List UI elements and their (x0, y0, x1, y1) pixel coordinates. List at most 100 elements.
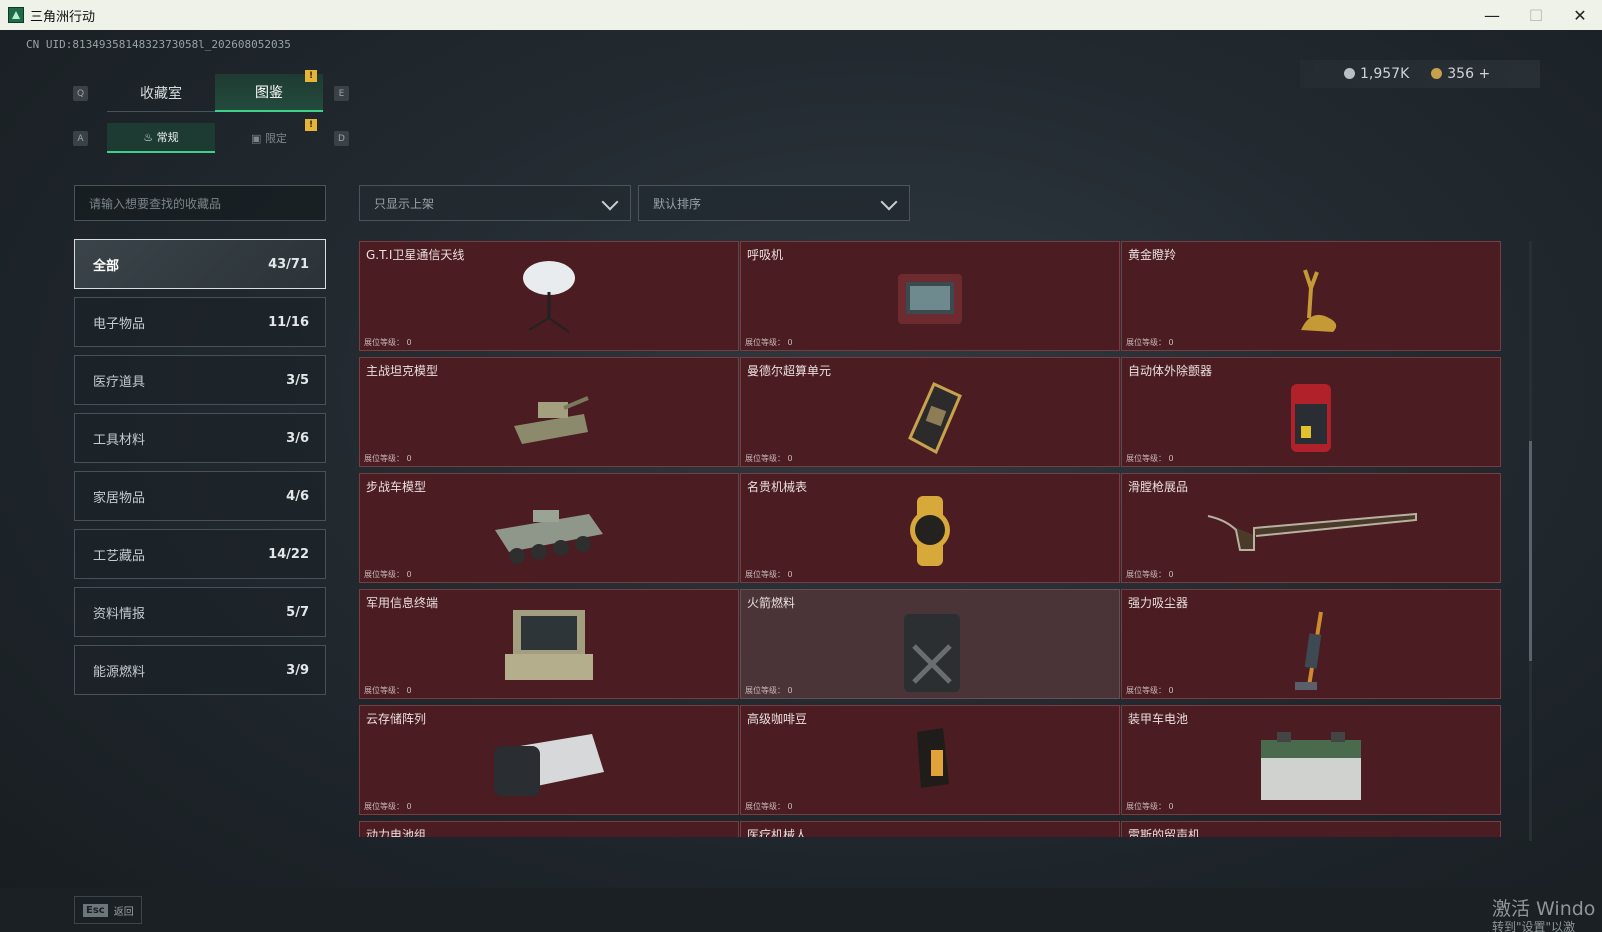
category-item[interactable]: 资料情报 5/7 (74, 587, 326, 637)
category-count: 3/9 (286, 662, 309, 678)
level-label: 展位等级： (364, 338, 404, 347)
level-label: 展位等级： (364, 570, 404, 579)
item-name: 滑膛枪展品 (1128, 480, 1189, 494)
level-value: 0 (787, 454, 793, 463)
item-name: 名贵机械表 (747, 480, 808, 494)
activation-watermark-hint: 转到"设置"以激 (1492, 920, 1576, 932)
display-level: 展位等级： 0 (1126, 569, 1174, 580)
collection-card[interactable]: 名贵机械表 展位等级： 0 (740, 473, 1120, 583)
gold-coin-icon (1431, 68, 1443, 79)
vacuum-cleaner-icon (1281, 606, 1341, 700)
level-value: 0 (787, 686, 793, 695)
item-name: 高级咖啡豆 (747, 712, 808, 726)
activation-watermark: 激活 Windo (1492, 898, 1596, 920)
tab-collection-room[interactable]: 收藏室 (107, 74, 215, 112)
collection-card[interactable]: 医疗机械人 (740, 821, 1120, 837)
category-label: 全部 (93, 258, 120, 274)
collection-card[interactable]: G.T.I卫星通信天线 展位等级： 0 (359, 241, 739, 351)
category-label: 工艺藏品 (93, 548, 146, 564)
level-value: 0 (1168, 338, 1174, 347)
collection-card[interactable]: 火箭燃料 展位等级： 0 (740, 589, 1120, 699)
item-name: 医疗机械人 (747, 828, 808, 837)
search-input[interactable]: 请输入想要查找的收藏品 (74, 185, 326, 221)
category-item[interactable]: 工艺藏品 14/22 (74, 529, 326, 579)
category-list: 全部 43/71 电子物品 11/16 医疗道具 3/5 工具材料 3/6 家居物品 4/6 工艺藏… (74, 239, 326, 703)
item-name: 黄金瞪羚 (1128, 248, 1177, 262)
level-value: 0 (406, 802, 412, 811)
sort-dropdown[interactable]: 默认排序 (638, 185, 910, 221)
title-bar: 三角洲行动 — ☐ ✕ (0, 0, 1602, 30)
display-level: 展位等级： 0 (364, 569, 412, 580)
currency-bar: 1,957K 356 + (1300, 60, 1540, 88)
category-label: 能源燃料 (93, 664, 146, 680)
item-name: 步战车模型 (366, 480, 427, 494)
item-name: 雷斯的留声机 (1128, 828, 1201, 837)
category-count: 43/71 (268, 256, 309, 272)
fuel-can-icon (890, 606, 970, 700)
collection-card[interactable]: 呼吸机 展位等级： 0 (740, 241, 1120, 351)
window-title: 三角洲行动 (30, 9, 96, 25)
level-label: 展位等级： (745, 802, 785, 811)
flame-icon: ♨ (143, 130, 157, 144)
level-label: 展位等级： (745, 570, 785, 579)
display-level: 展位等级： 0 (1126, 337, 1174, 348)
category-item[interactable]: 家居物品 4/6 (74, 471, 326, 521)
shelf-filter-dropdown[interactable]: 只显示上架 (359, 185, 631, 221)
level-value: 0 (1168, 570, 1174, 579)
category-item[interactable]: 医疗道具 3/5 (74, 355, 326, 405)
display-level: 展位等级： 0 (745, 801, 793, 812)
collection-card[interactable]: 曼德尔超算单元展位等级： 0 (740, 357, 1120, 467)
military-terminal-icon (499, 606, 599, 690)
collection-card[interactable]: 滑膛枪展品展位等级： 0 (1121, 473, 1501, 583)
app-icon (8, 7, 24, 23)
item-name: 云存储阵列 (366, 712, 427, 726)
level-value: 0 (1168, 454, 1174, 463)
collection-card[interactable]: 自动体外除颤器 展位等级： 0 (1121, 357, 1501, 467)
chevron-down-icon (880, 193, 898, 211)
minimize-button[interactable]: — (1470, 0, 1514, 30)
tank-model-icon (504, 374, 594, 458)
collection-card[interactable]: 云存储阵列 展位等级： 0 (359, 705, 739, 815)
back-button[interactable]: Esc 返回 (74, 896, 142, 924)
sub-tabs: ♨ 常规 ▣ 限定 (107, 123, 323, 153)
add-currency-button[interactable]: + (1478, 66, 1490, 82)
collection-card[interactable]: 动力电池组 (359, 821, 739, 837)
subtab-alert-badge: ! (305, 119, 317, 131)
display-level: 展位等级： 0 (1126, 453, 1174, 464)
category-item[interactable]: 全部 43/71 (74, 239, 326, 289)
subtab-regular[interactable]: ♨ 常规 (107, 123, 215, 153)
level-label: 展位等级： (1126, 802, 1166, 811)
item-name: 军用信息终端 (366, 596, 439, 610)
collection-card[interactable]: 步战车模型展位等级： 0 (359, 473, 739, 583)
category-count: 5/7 (286, 604, 309, 620)
watch-icon (895, 490, 965, 574)
level-label: 展位等级： (1126, 338, 1166, 347)
level-value: 0 (1168, 802, 1174, 811)
display-level: 展位等级： 0 (1126, 685, 1174, 696)
main-tabs: 收藏室 图鉴 (107, 74, 323, 112)
scrollbar[interactable] (1529, 241, 1532, 841)
hotkey-d: D (334, 131, 349, 146)
maximize-button[interactable]: ☐ (1514, 0, 1558, 30)
collection-card[interactable]: 强力吸尘器 展位等级： 0 (1121, 589, 1501, 699)
collection-card[interactable]: 雷斯的留声机 (1121, 821, 1501, 837)
collection-card[interactable]: 军用信息终端 展位等级： 0 (359, 589, 739, 699)
collection-card[interactable]: 装甲车电池 展位等级： 0 (1121, 705, 1501, 815)
close-button[interactable]: ✕ (1558, 0, 1602, 30)
display-level: 展位等级： 0 (1126, 801, 1174, 812)
category-item[interactable]: 工具材料 3/6 (74, 413, 326, 463)
ifv-model-icon (489, 490, 609, 579)
scrollbar-thumb[interactable] (1529, 441, 1532, 661)
esc-key: Esc (83, 903, 108, 917)
sort-value: 默认排序 (653, 196, 702, 211)
category-item[interactable]: 电子物品 11/16 (74, 297, 326, 347)
collection-card[interactable]: 黄金瞪羚展位等级： 0 (1121, 241, 1501, 351)
collection-card[interactable]: 主战坦克模型 展位等级： 0 (359, 357, 739, 467)
collection-card[interactable]: 高级咖啡豆展位等级： 0 (740, 705, 1120, 815)
category-label: 家居物品 (93, 490, 146, 506)
level-label: 展位等级： (745, 454, 785, 463)
item-name: 自动体外除颤器 (1128, 364, 1213, 378)
gold-value: 356 (1447, 66, 1474, 82)
item-name: 曼德尔超算单元 (747, 364, 832, 378)
category-item[interactable]: 能源燃料 3/9 (74, 645, 326, 695)
